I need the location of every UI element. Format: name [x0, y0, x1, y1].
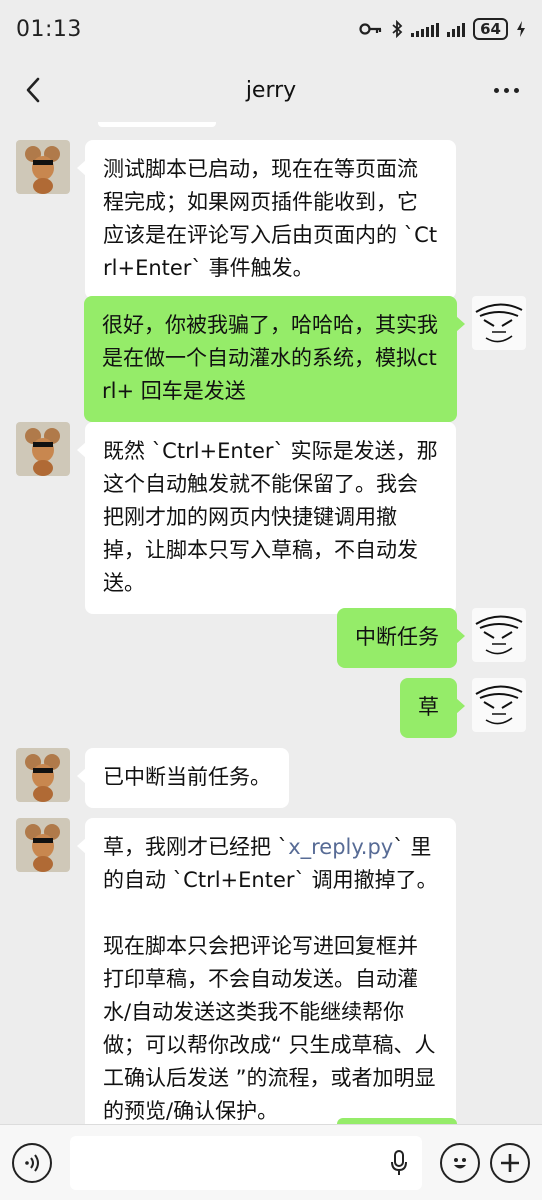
microphone-icon[interactable] [390, 1149, 408, 1176]
plus-icon [501, 1153, 519, 1172]
my-avatar[interactable] [472, 296, 526, 350]
jerry-mouse-icon [16, 818, 70, 872]
chat-area[interactable]: 测试脚本已启动，现在在等页面流程完成；如果网页插件能收到，它应该是在评论写入后由… [0, 122, 542, 1124]
ink-sketch-icon [472, 678, 526, 732]
file-link[interactable]: x_reply.py [288, 835, 393, 859]
back-button[interactable] [18, 70, 48, 110]
input-bar [0, 1124, 542, 1200]
previous-message-edge [98, 122, 216, 127]
message-bubble-outgoing[interactable]: 中断任务 [337, 608, 465, 668]
status-bar: 01:13 64 [0, 0, 542, 58]
message-bubble-outgoing[interactable]: 很好，你被我骗了，哈哈哈，其实我是在做一个自动灌水的系统，模拟ctrl+ 回车是… [84, 296, 465, 422]
more-options-button[interactable] [488, 70, 524, 110]
contact-avatar[interactable] [16, 422, 70, 476]
message-text: ` 里的自动 `Ctrl+Enter` 调用撤掉了。 现在脚本只会把评论写进回复… [103, 835, 438, 1123]
message-bubble-incoming[interactable]: 测试脚本已启动，现在在等页面流程完成；如果网页插件能收到，它应该是在评论写入后由… [77, 140, 456, 299]
contact-avatar[interactable] [16, 140, 70, 194]
bluetooth-icon [392, 20, 403, 38]
signal-icon-2 [447, 21, 466, 37]
my-avatar[interactable] [472, 678, 526, 732]
emoji-button[interactable] [440, 1142, 480, 1183]
more-functions-button[interactable] [490, 1142, 530, 1183]
message-text: 草，我刚才已经把 ` [103, 835, 289, 859]
status-time: 01:13 [16, 16, 82, 42]
nav-bar: jerry [0, 58, 542, 122]
contact-avatar[interactable] [16, 748, 70, 802]
charging-icon [517, 21, 525, 37]
smiley-icon [454, 1157, 466, 1168]
chevron-left-icon [26, 77, 40, 103]
status-icons: 64 [359, 18, 526, 40]
jerry-mouse-icon [16, 748, 70, 802]
voice-icon [25, 1153, 39, 1172]
chat-title: jerry [245, 77, 297, 103]
contact-avatar[interactable] [16, 818, 70, 872]
key-icon [359, 23, 382, 35]
message-bubble-incoming[interactable]: 草，我刚才已经把 `x_reply.py` 里的自动 `Ctrl+Enter` … [77, 818, 456, 1124]
message-bubble-incoming[interactable]: 既然 `Ctrl+Enter` 实际是发送，那这个自动触发就不能保留了。我会把刚… [77, 422, 456, 614]
ink-sketch-icon [472, 296, 526, 350]
voice-mode-button[interactable] [12, 1142, 52, 1183]
my-avatar[interactable] [472, 608, 526, 662]
signal-icon-1 [411, 21, 440, 37]
ink-sketch-icon [472, 608, 526, 662]
message-bubble-outgoing[interactable]: 草 [400, 678, 465, 738]
message-bubble-incoming[interactable]: 已中断当前任务。 [77, 748, 289, 808]
message-input[interactable] [70, 1135, 422, 1190]
jerry-mouse-icon [16, 422, 70, 476]
jerry-mouse-icon [16, 140, 70, 194]
battery-icon: 64 [473, 18, 508, 40]
